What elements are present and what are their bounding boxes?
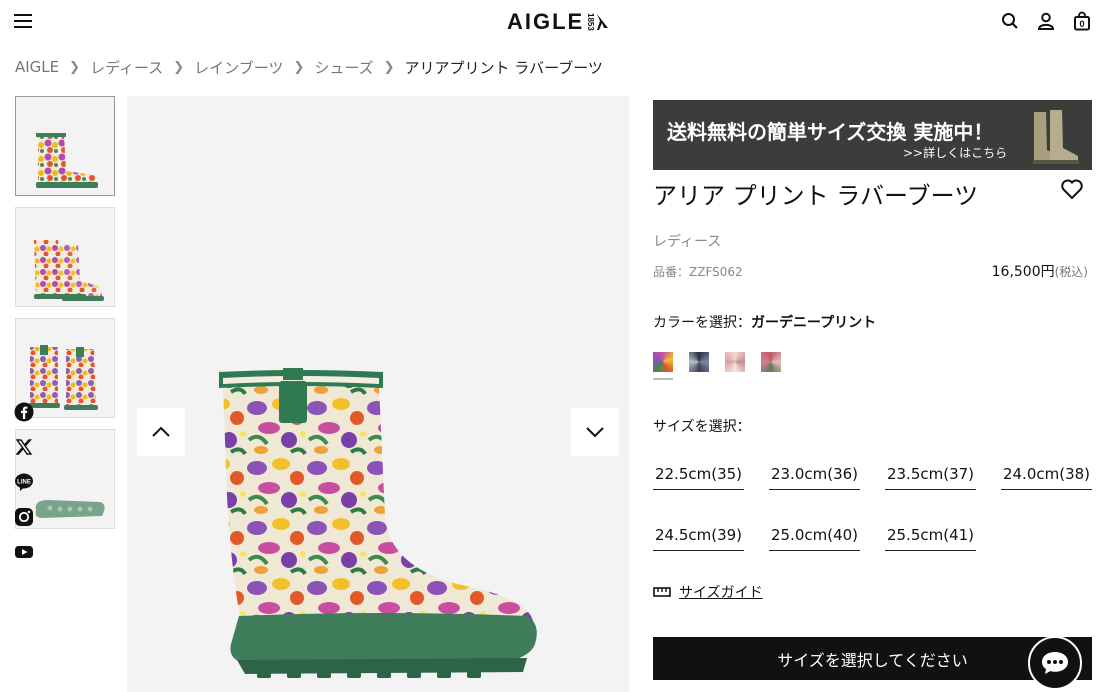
size-option-22-5[interactable]: 22.5cm(35) bbox=[653, 458, 744, 490]
color-label-prefix: カラーを選択： bbox=[653, 315, 751, 331]
search-icon[interactable] bbox=[999, 10, 1021, 32]
breadcrumb-item-ladies[interactable]: レディース bbox=[90, 57, 163, 78]
banner-title: 送料無料の簡単サイズ交換 実施中！ bbox=[667, 120, 994, 144]
add-to-cart-button[interactable]: サイズを選択してください bbox=[653, 637, 1092, 680]
chat-bubble-icon bbox=[1042, 652, 1068, 674]
size-option-24-0[interactable]: 24.0cm(38) bbox=[1001, 458, 1092, 490]
size-guide-label: サイズガイド bbox=[679, 585, 763, 601]
free-exchange-banner[interactable]: 送料無料の簡単サイズ交換 実施中！ >>詳しくはこちら bbox=[653, 100, 1092, 170]
account-icon[interactable] bbox=[1035, 10, 1057, 32]
x-icon[interactable] bbox=[14, 437, 34, 457]
breadcrumb: AIGLE ❯ レディース ❯ レインブーツ ❯ シューズ ❯ アリアプリント … bbox=[15, 56, 603, 78]
favorite-heart-icon[interactable] bbox=[1060, 178, 1084, 202]
ruler-icon bbox=[653, 587, 671, 597]
line-icon[interactable]: LINE bbox=[14, 472, 34, 492]
chevron-right-icon: ❯ bbox=[383, 59, 395, 75]
cart-count: 0 bbox=[1079, 19, 1084, 29]
swatch-gardeny-print[interactable] bbox=[653, 352, 673, 380]
chat-button[interactable] bbox=[1028, 636, 1082, 690]
breadcrumb-item-rainboots[interactable]: レインブーツ bbox=[194, 57, 283, 78]
instagram-icon[interactable] bbox=[14, 507, 34, 527]
line-logo-text: LINE bbox=[17, 479, 31, 485]
swatch-pink-print[interactable] bbox=[725, 352, 745, 372]
product-sku: 品番：ZZFS062 bbox=[653, 265, 743, 279]
product-info: 送料無料の簡単サイズ交換 実施中！ >>詳しくはこちら アリア プリント ラバー… bbox=[653, 100, 1092, 680]
breadcrumb-item-aigle[interactable]: AIGLE bbox=[15, 58, 59, 76]
logo-bird-icon bbox=[597, 14, 609, 30]
thumbnail-side-view[interactable] bbox=[15, 96, 115, 196]
product-category: レディース bbox=[653, 234, 722, 250]
prev-image-button[interactable] bbox=[137, 408, 185, 456]
chevron-down-icon bbox=[586, 427, 604, 438]
breadcrumb-item-shoes[interactable]: シューズ bbox=[314, 57, 373, 78]
size-option-23-0[interactable]: 23.0cm(36) bbox=[769, 458, 860, 490]
thumbnail-pair-view[interactable] bbox=[15, 207, 115, 307]
product-title: アリア プリント ラバーブーツ bbox=[653, 182, 979, 210]
product-price: 16,500円(税込) bbox=[992, 261, 1088, 281]
chevron-right-icon: ❯ bbox=[69, 59, 81, 75]
boot-image bbox=[219, 368, 537, 678]
logo-text: AIGLE bbox=[507, 9, 585, 34]
swatch-dark-print[interactable] bbox=[689, 352, 709, 372]
main-product-image bbox=[127, 96, 629, 692]
price-tax: (税込) bbox=[1054, 265, 1088, 279]
site-header: AIGLE 1853 0 bbox=[0, 0, 1097, 44]
breadcrumb-current: アリアプリント ラバーブーツ bbox=[404, 58, 603, 77]
menu-icon[interactable] bbox=[14, 14, 32, 28]
color-swatches bbox=[653, 352, 781, 380]
logo-year: 1853 bbox=[586, 13, 596, 31]
facebook-icon[interactable] bbox=[14, 402, 34, 422]
social-links: LINE bbox=[14, 402, 34, 577]
banner-link: >>詳しくはこちら bbox=[903, 146, 1008, 160]
size-option-25-0[interactable]: 25.0cm(40) bbox=[769, 519, 860, 551]
boots-image bbox=[1033, 110, 1079, 164]
chevron-up-icon bbox=[152, 426, 170, 437]
size-option-24-5[interactable]: 24.5cm(39) bbox=[653, 519, 744, 551]
cart-icon[interactable]: 0 bbox=[1071, 10, 1093, 32]
color-selector-label: カラーを選択：ガーデニープリント bbox=[653, 312, 876, 332]
size-option-23-5[interactable]: 23.5cm(37) bbox=[885, 458, 976, 490]
next-image-button[interactable] bbox=[571, 408, 619, 456]
swatch-rose-print[interactable] bbox=[761, 352, 781, 372]
chevron-right-icon: ❯ bbox=[173, 59, 185, 75]
aigle-logo[interactable]: AIGLE 1853 bbox=[507, 8, 610, 36]
size-selector-label: サイズを選択： bbox=[653, 419, 751, 435]
chevron-right-icon: ❯ bbox=[293, 59, 305, 75]
size-option-25-5[interactable]: 25.5cm(41) bbox=[885, 519, 976, 551]
size-guide-link[interactable]: サイズガイド bbox=[653, 582, 763, 602]
youtube-icon[interactable] bbox=[14, 542, 34, 562]
price-value: 16,500円 bbox=[991, 264, 1055, 280]
selected-color-name: ガーデニープリント bbox=[751, 315, 877, 331]
